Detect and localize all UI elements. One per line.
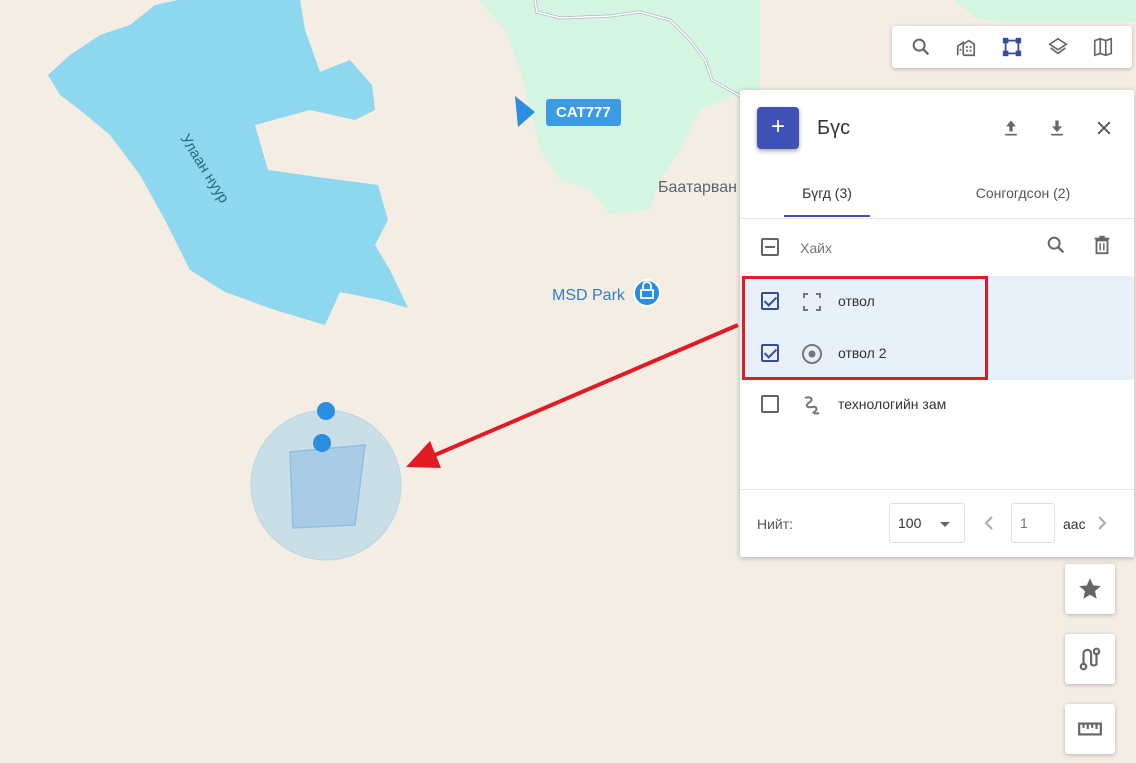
close-panel-button[interactable] bbox=[1090, 114, 1118, 142]
vehicle-label[interactable]: CAT777 bbox=[546, 99, 621, 126]
ruler-icon bbox=[1078, 722, 1102, 736]
download-button[interactable] bbox=[1043, 114, 1071, 142]
upload-icon bbox=[1005, 120, 1017, 136]
item-checkbox[interactable] bbox=[761, 395, 779, 413]
search-icon bbox=[1047, 236, 1065, 254]
search-button[interactable] bbox=[1045, 234, 1069, 258]
upload-button[interactable] bbox=[997, 114, 1025, 142]
buildings-button[interactable] bbox=[948, 29, 984, 65]
zone-polygon bbox=[289, 444, 366, 529]
page-size-select[interactable]: 100 bbox=[889, 503, 965, 543]
star-icon bbox=[1079, 578, 1101, 599]
zone-vertex-handle bbox=[313, 434, 331, 452]
page-suffix: аас bbox=[1063, 516, 1086, 532]
search-icon bbox=[912, 38, 929, 56]
draw-polygon-button[interactable] bbox=[994, 29, 1030, 65]
poi-marker bbox=[633, 279, 661, 307]
forest-area-right bbox=[955, 0, 1136, 22]
list-item[interactable]: технологийн зам bbox=[740, 379, 1134, 431]
search-button[interactable] bbox=[903, 29, 939, 65]
ruler-button[interactable] bbox=[1065, 704, 1115, 754]
caret-down-icon bbox=[940, 522, 950, 527]
page-size-value: 100 bbox=[898, 515, 922, 531]
page-number-input[interactable] bbox=[1011, 503, 1055, 543]
tab-selected[interactable]: Сонгогдсон (2) bbox=[950, 172, 1096, 218]
annotation-highlight-box bbox=[742, 276, 988, 380]
trash-icon bbox=[1094, 235, 1110, 255]
place-label: Баатарван bbox=[658, 179, 737, 196]
route-squiggle-icon bbox=[804, 396, 820, 415]
panel-header: + Бүс bbox=[740, 90, 1134, 166]
search-input[interactable]: Хайх bbox=[800, 240, 832, 256]
map-toolbar bbox=[892, 26, 1132, 68]
delete-button[interactable] bbox=[1091, 234, 1115, 258]
tab-active-indicator bbox=[784, 215, 870, 217]
item-label: технологийн зам bbox=[838, 396, 947, 412]
route-icon bbox=[1079, 647, 1101, 671]
chevron-left-icon[interactable] bbox=[981, 511, 997, 535]
zone-vertex-handle bbox=[317, 402, 335, 420]
total-label: Нийт: bbox=[757, 516, 794, 532]
route-button[interactable] bbox=[1065, 634, 1115, 684]
select-all-checkbox[interactable] bbox=[761, 238, 779, 256]
layers-icon bbox=[1047, 37, 1068, 55]
search-row: Хайх bbox=[740, 228, 1134, 270]
download-icon bbox=[1051, 120, 1063, 136]
panel-footer: Нийт: 100 аас bbox=[740, 489, 1134, 558]
tab-all[interactable]: Бүгд (3) bbox=[784, 172, 870, 218]
favorites-button[interactable] bbox=[1065, 564, 1115, 614]
map-icon bbox=[1094, 37, 1113, 57]
chevron-right-icon[interactable] bbox=[1094, 511, 1110, 535]
buildings-icon bbox=[957, 39, 976, 57]
indeterminate-mark bbox=[765, 246, 775, 248]
draw-polygon-icon bbox=[1002, 37, 1022, 57]
map-button[interactable] bbox=[1085, 29, 1121, 65]
poi-label: MSD Park bbox=[552, 287, 626, 304]
close-icon bbox=[1097, 121, 1111, 135]
layers-button[interactable] bbox=[1040, 29, 1076, 65]
add-zone-button[interactable]: + bbox=[757, 107, 799, 149]
panel-title: Бүс bbox=[817, 117, 851, 139]
panel-tabs: Бүгд (3) Сонгогдсон (2) bbox=[740, 172, 1134, 219]
